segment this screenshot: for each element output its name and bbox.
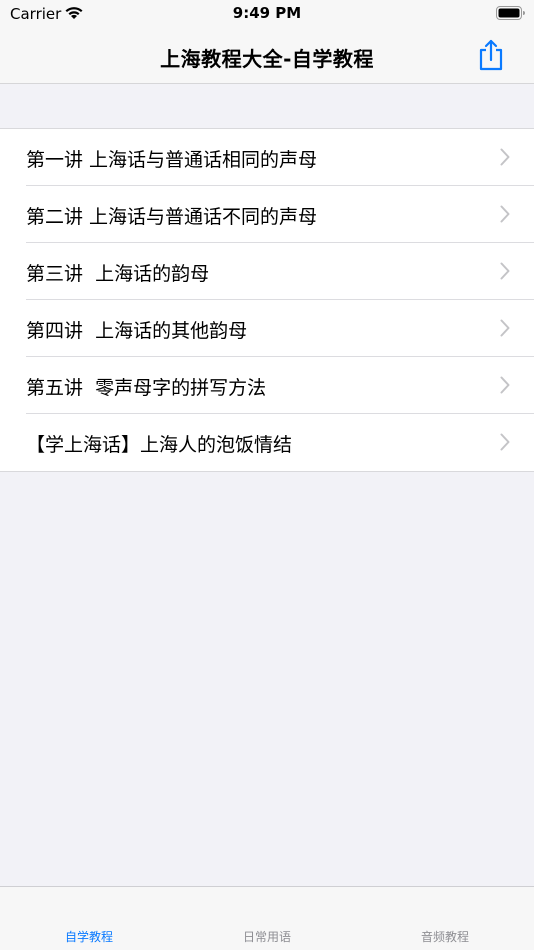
- lesson-title: 第二讲 上海话与普通话不同的声母: [26, 206, 318, 228]
- share-icon: [476, 39, 506, 76]
- share-button[interactable]: [476, 38, 506, 72]
- tab-audio-lessons[interactable]: 音频教程: [356, 928, 534, 948]
- chevron-right-icon: [500, 433, 510, 455]
- chevron-right-icon: [500, 262, 510, 284]
- lesson-row-2[interactable]: 第二讲 上海话与普通话不同的声母: [0, 186, 534, 243]
- battery-icon: [496, 6, 526, 24]
- lesson-title: 第四讲 上海话的其他韵母: [26, 320, 248, 342]
- lesson-title: 第五讲 零声母字的拼写方法: [26, 377, 267, 399]
- tab-daily-phrases[interactable]: 日常用语: [178, 928, 356, 948]
- chevron-right-icon: [500, 148, 510, 170]
- lesson-row-1[interactable]: 第一讲 上海话与普通话相同的声母: [0, 129, 534, 186]
- navigation-bar: 上海教程大全-自学教程: [0, 30, 534, 84]
- tab-bar: 自学教程 日常用语 音频教程: [0, 886, 534, 950]
- chevron-right-icon: [500, 319, 510, 341]
- chevron-right-icon: [500, 376, 510, 398]
- lesson-row-5[interactable]: 第五讲 零声母字的拼写方法: [0, 357, 534, 414]
- lesson-title: 第三讲 上海话的韵母: [26, 263, 210, 285]
- lesson-row-6[interactable]: 【学上海话】上海人的泡饭情结: [0, 414, 534, 471]
- lesson-title: 第一讲 上海话与普通话相同的声母: [26, 149, 318, 171]
- lesson-row-4[interactable]: 第四讲 上海话的其他韵母: [0, 300, 534, 357]
- clock-time: 9:49 PM: [232, 4, 302, 22]
- lesson-row-3[interactable]: 第三讲 上海话的韵母: [0, 243, 534, 300]
- status-bar: Carrier 9:49 PM: [0, 0, 534, 30]
- lesson-list: 第一讲 上海话与普通话相同的声母 第二讲 上海话与普通话不同的声母 第三讲 上海…: [0, 128, 534, 472]
- lesson-title: 【学上海话】上海人的泡饭情结: [26, 434, 293, 456]
- chevron-right-icon: [500, 205, 510, 227]
- page-title: 上海教程大全-自学教程: [160, 47, 374, 71]
- tab-self-study[interactable]: 自学教程: [0, 928, 178, 948]
